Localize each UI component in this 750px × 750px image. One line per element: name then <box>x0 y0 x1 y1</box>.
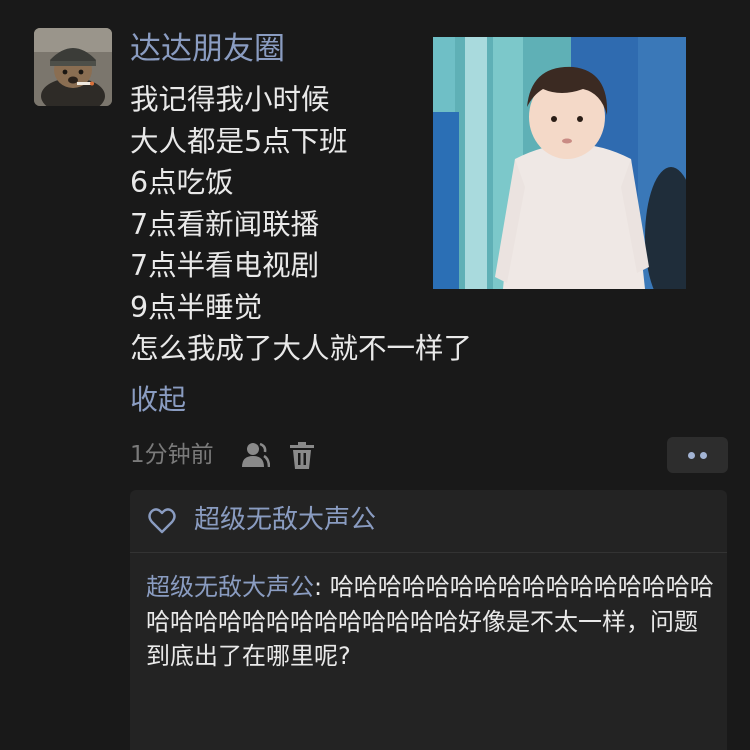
heart-icon <box>148 508 176 534</box>
post-line: 怎么我成了大人就不一样了 <box>130 332 473 365</box>
likes-row: 超级无敌大声公 <box>130 490 727 553</box>
avatar-image <box>34 28 112 106</box>
post-time: 1分钟前 <box>130 442 214 468</box>
like-user-name[interactable]: 超级无敌大声公 <box>194 501 376 539</box>
more-dot <box>700 452 707 459</box>
more-dots-icon[interactable] <box>667 437 728 473</box>
post-line: 9点半睡觉 <box>130 290 263 324</box>
comment-item[interactable]: 超级无敌大声公: 哈哈哈哈哈哈哈哈哈哈哈哈哈哈哈哈哈哈哈哈哈哈哈哈哈哈哈哈哈好像… <box>146 570 716 674</box>
post-photo-image <box>433 37 686 289</box>
post-photo[interactable] <box>433 37 686 289</box>
collapse-link[interactable]: 收起 <box>130 380 186 420</box>
trash-icon[interactable] <box>289 441 315 470</box>
avatar[interactable] <box>34 28 112 106</box>
more-dot <box>688 452 695 459</box>
post-author-name[interactable]: 达达朋友圈 <box>130 28 285 70</box>
interaction-panel: 超级无敌大声公 超级无敌大声公: 哈哈哈哈哈哈哈哈哈哈哈哈哈哈哈哈哈哈哈哈哈哈哈… <box>130 490 727 750</box>
comment-separator: : <box>314 573 330 601</box>
person-icon[interactable] <box>240 441 271 469</box>
comment-author[interactable]: 超级无敌大声公 <box>146 573 314 601</box>
